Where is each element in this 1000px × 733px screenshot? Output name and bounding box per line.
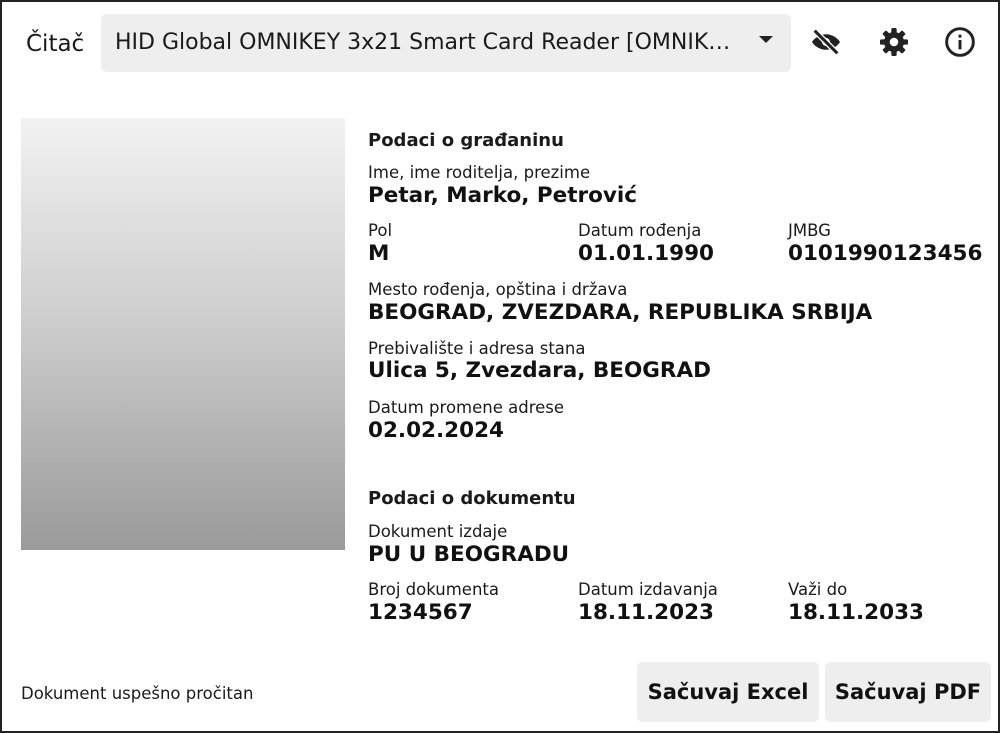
- save-pdf-button[interactable]: Sačuvaj PDF: [825, 662, 991, 722]
- dob-label: Datum rođenja: [578, 221, 702, 240]
- issue-date-value: 18.11.2023: [578, 600, 715, 625]
- name-value: Petar, Marko, Petrović: [368, 183, 637, 208]
- issuer-value: PU U BEOGRADU: [368, 542, 570, 567]
- address-value: Ulica 5, Zvezdara, BEOGRAD: [368, 358, 711, 383]
- gear-icon[interactable]: [876, 24, 912, 60]
- address-change-label: Datum promene adrese: [368, 398, 565, 417]
- sex-value: M: [368, 241, 390, 266]
- dob-value: 01.01.1990: [578, 241, 715, 266]
- issue-date-label: Datum izdavanja: [578, 580, 718, 599]
- document-number-label: Broj dokumenta: [368, 580, 500, 599]
- valid-until-label: Važi do: [788, 580, 848, 599]
- document-number-value: 1234567: [368, 600, 473, 625]
- jmbg-value: 0101990123456: [788, 241, 983, 266]
- reader-label: Čitač: [26, 31, 85, 57]
- name-label: Ime, ime roditelja, prezime: [368, 163, 591, 182]
- reader-select-value: HID Global OMNIKEY 3x21 Smart Card Reade…: [115, 30, 735, 55]
- eye-off-icon[interactable]: [808, 24, 844, 60]
- reader-select[interactable]: HID Global OMNIKEY 3x21 Smart Card Reade…: [101, 14, 791, 72]
- valid-until-value: 18.11.2033: [788, 600, 925, 625]
- save-excel-button[interactable]: Sačuvaj Excel: [637, 662, 819, 722]
- document-section-title: Podaci o dokumentu: [368, 488, 576, 509]
- chevron-down-icon: [759, 36, 773, 43]
- issuer-label: Dokument izdaje: [368, 522, 508, 541]
- birthplace-label: Mesto rođenja, opština i država: [368, 280, 628, 299]
- jmbg-label: JMBG: [788, 221, 831, 240]
- citizen-section-title: Podaci o građaninu: [368, 130, 564, 151]
- birthplace-value: BEOGRAD, ZVEZDARA, REPUBLIKA SRBIJA: [368, 300, 873, 325]
- info-icon[interactable]: [942, 24, 978, 60]
- status-text: Dokument uspešno pročitan: [21, 684, 254, 703]
- app-window: Čitač HID Global OMNIKEY 3x21 Smart Card…: [0, 0, 1000, 733]
- address-change-value: 02.02.2024: [368, 418, 505, 443]
- sex-label: Pol: [368, 221, 393, 240]
- holder-photo: [21, 118, 345, 550]
